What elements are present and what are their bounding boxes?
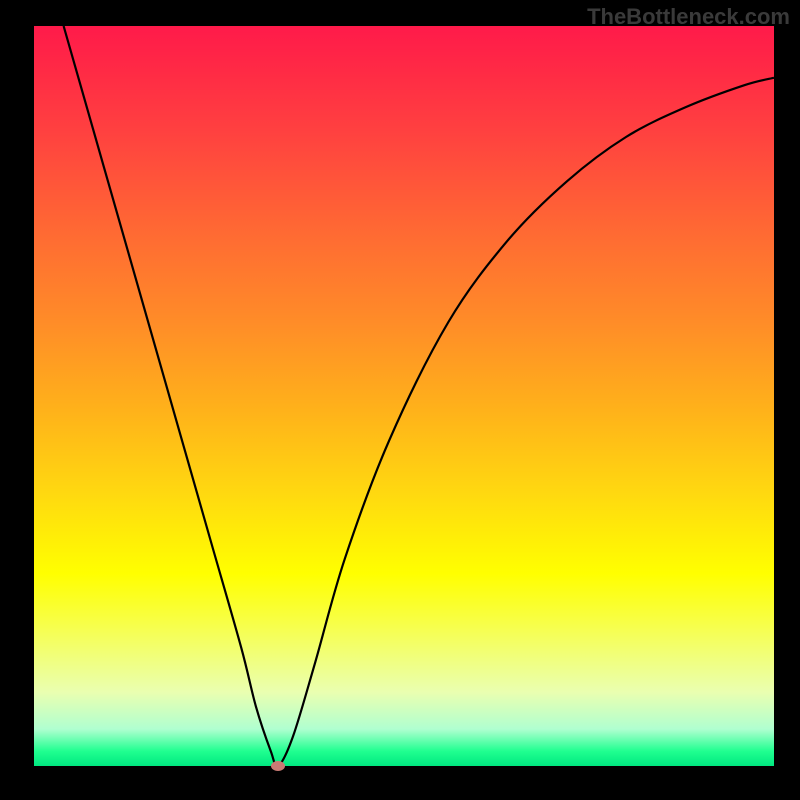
minimum-marker [271,761,285,771]
watermark-text: TheBottleneck.com [587,4,790,30]
chart-plot-area [34,26,774,766]
chart-curve [34,26,774,766]
